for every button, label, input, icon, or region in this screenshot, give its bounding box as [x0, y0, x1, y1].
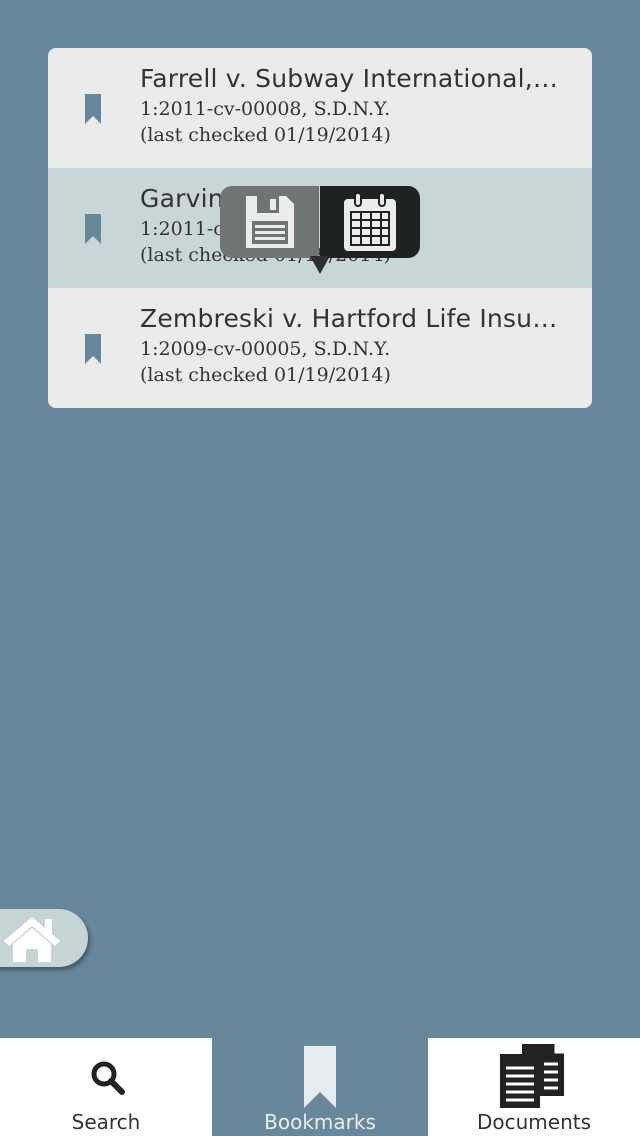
save-button[interactable] [220, 186, 319, 258]
last-checked: (last checked 01/19/2014) [140, 124, 391, 146]
home-button[interactable] [0, 909, 88, 967]
bookmark-icon [304, 1046, 336, 1108]
tab-label: Bookmarks [264, 1110, 376, 1134]
case-number: 1:2009-cv-00005, S.D.N.Y. [140, 338, 391, 360]
case-title: Farrell v. Subway International,… [140, 64, 559, 93]
last-checked: (last checked 01/19/2014) [140, 364, 391, 386]
popover-pointer [310, 256, 330, 274]
bookmark-icon [85, 214, 101, 244]
tab-documents[interactable]: Documents [428, 1038, 640, 1136]
tab-bookmarks[interactable]: Bookmarks [212, 1038, 428, 1136]
case-title: Zembreski v. Hartford Life Insura… [140, 304, 564, 333]
save-icon [245, 196, 294, 248]
bookmark-icon [85, 94, 101, 124]
tab-label: Search [71, 1110, 141, 1134]
tab-search[interactable]: Search [0, 1038, 212, 1136]
bookmark-icon [85, 334, 101, 364]
action-popover [220, 186, 420, 274]
bookmark-row[interactable]: Farrell v. Subway International,… 1:2011… [48, 48, 592, 168]
documents-icon [500, 1044, 564, 1108]
tab-label: Documents [476, 1110, 592, 1134]
home-icon [4, 917, 60, 962]
calendar-button[interactable] [320, 186, 420, 258]
bookmark-row[interactable]: Zembreski v. Hartford Life Insura… 1:200… [48, 288, 592, 408]
calendar-icon [344, 192, 396, 251]
case-number: 1:2011-cv-00008, S.D.N.Y. [140, 98, 391, 120]
search-icon [91, 1061, 125, 1095]
tab-bar: Search Bookmarks Documents [0, 1038, 640, 1136]
